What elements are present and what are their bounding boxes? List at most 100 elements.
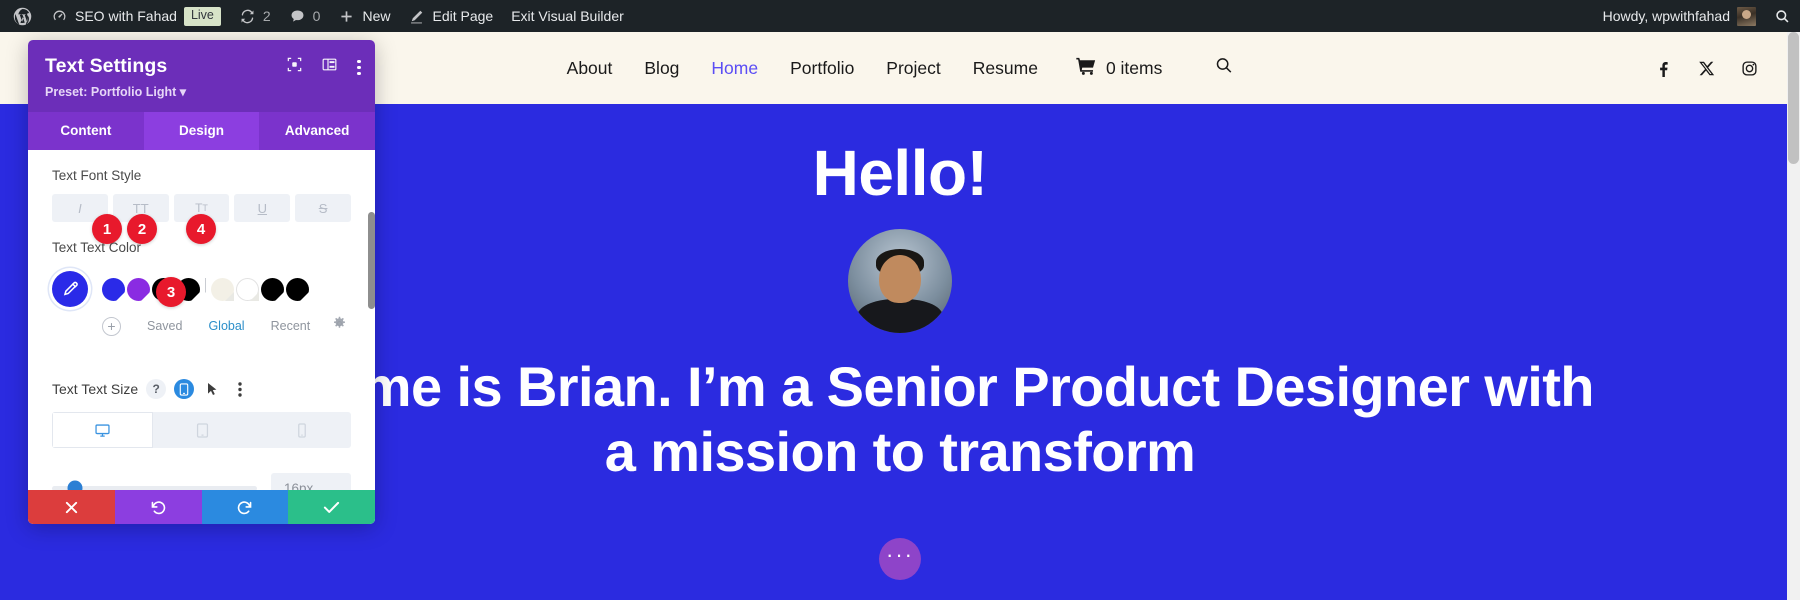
updates-count: 2	[262, 8, 271, 24]
page-scrollbar-thumb[interactable]	[1788, 32, 1799, 164]
check-icon	[324, 501, 340, 513]
annotation-badge-4: 4	[186, 214, 216, 244]
text-size-slider-row: 16px	[52, 473, 351, 490]
slider-handle[interactable]	[67, 480, 83, 490]
tab-design[interactable]: Design	[143, 112, 260, 150]
screen: SEO with Fahad Live 2 0 New Edit Page Ex…	[0, 0, 1800, 600]
new-content-label: New	[362, 8, 391, 24]
phone-icon[interactable]	[252, 412, 351, 448]
tab-content[interactable]: Content	[28, 112, 144, 150]
swatch-white[interactable]	[236, 277, 259, 301]
text-size-slider[interactable]	[52, 480, 257, 490]
wp-logo-menu[interactable]	[0, 0, 42, 32]
swatch-blue[interactable]	[102, 277, 125, 301]
site-name-menu[interactable]: SEO with Fahad Live	[42, 0, 230, 32]
cancel-button[interactable]	[28, 490, 115, 524]
nav-item-project[interactable]: Project	[886, 58, 940, 79]
undo-button[interactable]	[114, 490, 202, 524]
text-size-label: Text Text Size	[52, 381, 139, 397]
howdy-label: Howdy, wpwithfahad	[1602, 8, 1730, 24]
wp-admin-bar: SEO with Fahad Live 2 0 New Edit Page Ex…	[0, 0, 1800, 32]
focus-target-icon[interactable]	[287, 57, 302, 77]
comment-bubble-icon	[289, 8, 306, 25]
adminbar-search-button[interactable]	[1765, 0, 1800, 32]
dashboard-icon	[51, 8, 68, 25]
preset-selector[interactable]: Preset: Portfolio Light ▾	[45, 84, 358, 99]
cursor-arrow-icon[interactable]	[202, 379, 222, 399]
tab-advanced[interactable]: Advanced	[259, 112, 375, 150]
ellipsis-icon[interactable]: ···	[879, 538, 921, 580]
color-tab-saved[interactable]: Saved	[147, 319, 182, 333]
color-tab-recent[interactable]: Recent	[271, 319, 311, 333]
gear-icon[interactable]	[332, 316, 347, 336]
color-swatches	[102, 277, 309, 301]
site-nav: About Blog Home Portfolio Project Resume…	[567, 56, 1234, 80]
live-badge: Live	[183, 6, 221, 26]
x-icon	[65, 501, 77, 513]
font-style-group: Text Font Style I TT TT U S	[28, 150, 375, 222]
annotation-badge-1: 1	[92, 214, 122, 244]
preset-label: Preset: Portfolio Light	[45, 85, 177, 99]
facebook-icon[interactable]	[1655, 60, 1672, 77]
swatch-black-3[interactable]	[261, 277, 284, 301]
swatch-purple[interactable]	[127, 277, 150, 301]
help-icon[interactable]: ?	[146, 379, 167, 399]
avatar	[1737, 6, 1756, 26]
site-name-label: SEO with Fahad	[75, 8, 177, 24]
text-size-input[interactable]: 16px	[271, 473, 351, 490]
desktop-icon[interactable]	[52, 412, 153, 448]
nav-item-about[interactable]: About	[567, 58, 613, 79]
redo-button[interactable]	[201, 490, 289, 524]
site-search-button[interactable]	[1214, 56, 1233, 80]
panel-header: Text Settings Preset: Portfolio Light ▾	[28, 40, 375, 112]
page-scrollbar[interactable]	[1787, 32, 1800, 600]
edit-page-label: Edit Page	[432, 8, 494, 24]
swatch-black-4[interactable]	[286, 277, 309, 301]
cart-link[interactable]: 0 items	[1076, 57, 1162, 80]
nav-item-resume[interactable]: Resume	[973, 58, 1038, 79]
wordpress-logo-icon	[12, 6, 33, 27]
redo-arrow-icon	[238, 500, 252, 514]
tablet-icon[interactable]	[153, 412, 252, 448]
profile-photo	[848, 229, 952, 334]
pencil-icon	[408, 8, 425, 25]
nav-item-blog[interactable]: Blog	[644, 58, 679, 79]
nav-item-portfolio[interactable]: Portfolio	[790, 58, 854, 79]
exit-visual-builder-link[interactable]: Exit Visual Builder	[502, 0, 633, 32]
comments-menu[interactable]: 0	[280, 0, 330, 32]
panel-scrollbar-thumb[interactable]	[368, 212, 375, 309]
layout-columns-icon[interactable]	[322, 57, 337, 77]
color-swatch-tools: + Saved Global Recent	[52, 316, 351, 336]
instagram-icon[interactable]	[1741, 60, 1758, 77]
text-size-header: Text Text Size ?	[52, 379, 351, 399]
annotation-badge-3: 3	[156, 277, 186, 307]
edit-page-link[interactable]: Edit Page	[399, 0, 502, 32]
social-links	[1655, 60, 1758, 77]
color-tab-global[interactable]: Global	[208, 319, 244, 333]
vertical-dots-icon[interactable]	[230, 379, 250, 399]
new-content-menu[interactable]: New	[329, 0, 399, 32]
updates-menu[interactable]: 2	[230, 0, 280, 32]
panel-header-actions	[287, 57, 361, 77]
eyedropper-icon[interactable]	[52, 271, 88, 307]
save-button[interactable]	[288, 490, 375, 524]
search-icon	[1774, 8, 1791, 25]
x-twitter-icon[interactable]	[1698, 60, 1715, 77]
vertical-dots-icon[interactable]	[357, 59, 361, 76]
updates-icon	[239, 8, 256, 25]
swatch-divider	[197, 277, 206, 301]
chevron-down-icon: ▾	[179, 85, 187, 99]
add-color-button[interactable]: +	[102, 316, 121, 336]
account-menu[interactable]: Howdy, wpwithfahad	[1594, 0, 1765, 32]
underline-button[interactable]: U	[234, 194, 291, 222]
device-tabs	[52, 412, 351, 448]
nav-item-home[interactable]: Home	[711, 58, 758, 79]
panel-tabs: Content Design Advanced	[28, 112, 375, 150]
panel-action-bar	[28, 490, 375, 524]
strikethrough-button[interactable]: S	[295, 194, 351, 222]
search-icon	[1216, 58, 1232, 73]
mobile-responsive-icon[interactable]	[174, 379, 195, 399]
text-settings-panel: Text Settings Preset: Portfolio Light ▾	[28, 40, 375, 524]
color-swatch-row	[52, 271, 351, 307]
swatch-cream[interactable]	[211, 277, 234, 301]
